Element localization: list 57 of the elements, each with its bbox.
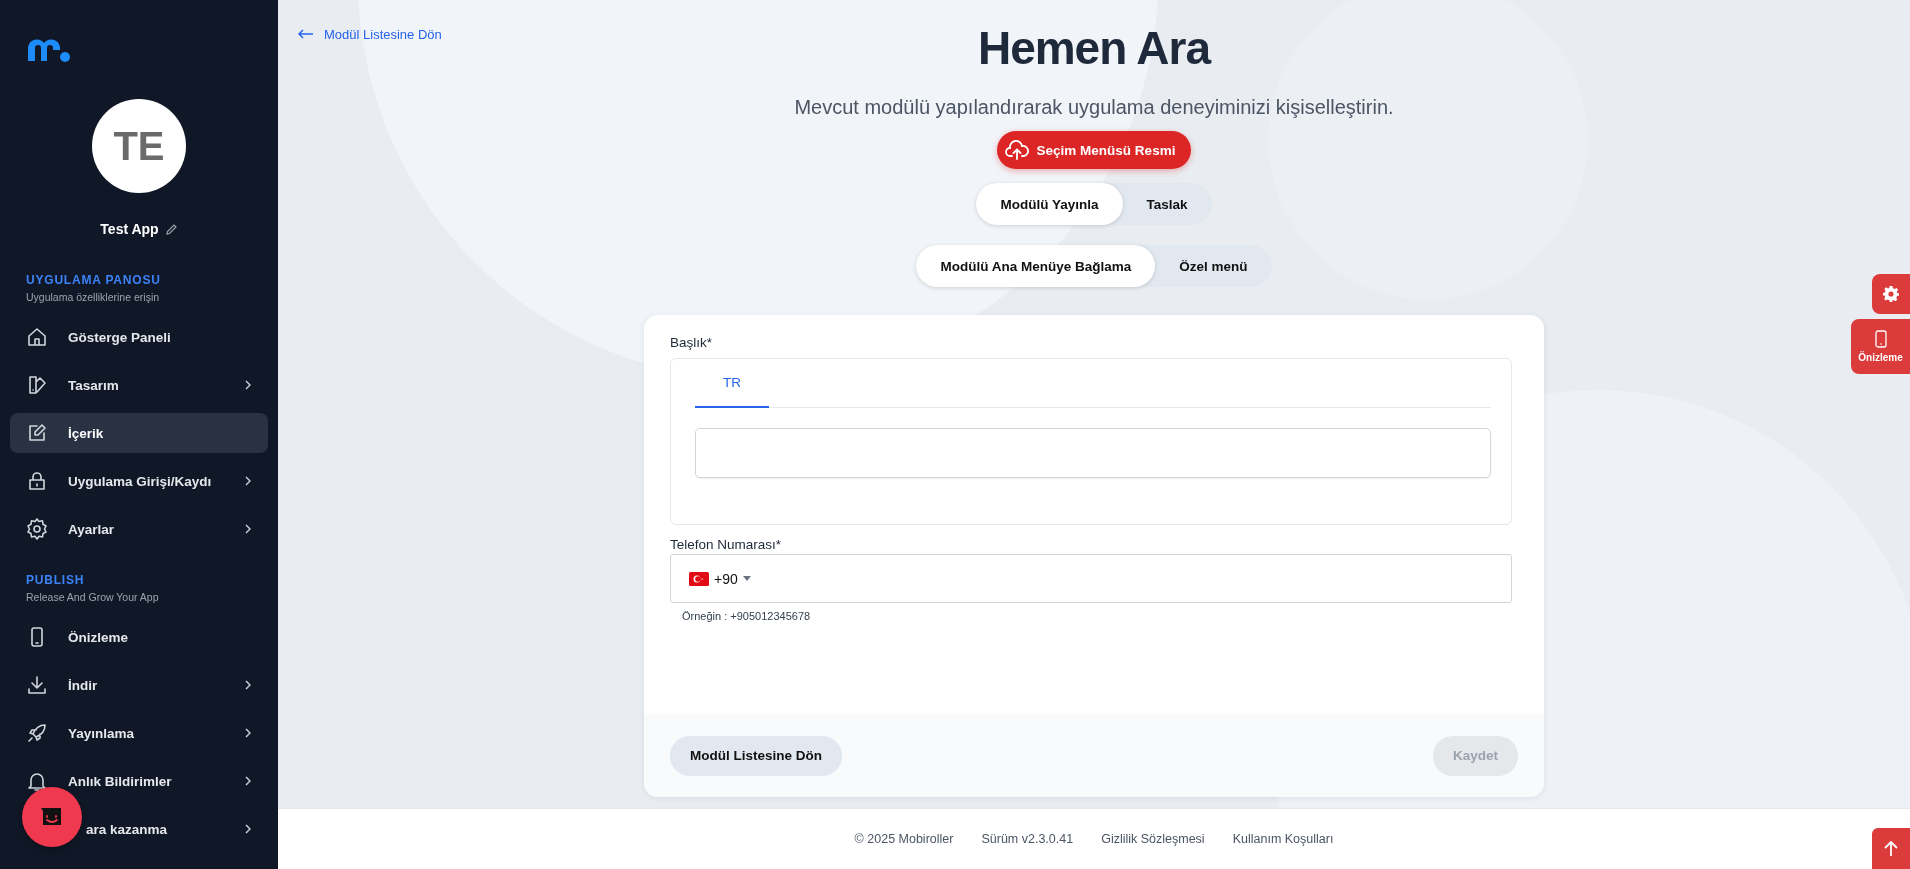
section-subtitle: Uygulama özelliklerine erişin <box>26 291 161 303</box>
back-link[interactable]: Modül Listesine Dön <box>298 24 442 44</box>
scroll-top-button[interactable] <box>1872 828 1910 869</box>
sidebar-item[interactable]: Anlık Bildirimler <box>10 761 268 801</box>
bell-icon <box>26 770 48 792</box>
page-title: Hemen Ara <box>977 21 1211 76</box>
footer-link[interactable]: Gizlilik Sözleşmesi <box>1101 832 1205 846</box>
phone-icon <box>1874 330 1887 348</box>
input-field[interactable] <box>695 428 1491 478</box>
sidebar-item[interactable]: Gösterge Paneli <box>10 317 268 357</box>
sidebar-item[interactable]: Uygulama Girişi/Kaydı <box>10 461 268 501</box>
toggle-option[interactable]: Taslak <box>1122 183 1212 225</box>
settings-button[interactable] <box>1872 274 1910 314</box>
toggle-option[interactable]: Modülü Yayınla <box>976 183 1123 225</box>
arrow-up-icon <box>1884 840 1898 857</box>
smiley-chat-icon <box>41 807 63 827</box>
toggle-option[interactable]: Özel menü <box>1155 245 1272 287</box>
language-tab[interactable]: TR <box>695 359 769 408</box>
toggle-option[interactable]: Modülü Ana Menüye Bağlama <box>916 245 1156 287</box>
upload-button[interactable]: Seçim Menüsü Resmi <box>996 131 1192 169</box>
settings-icon <box>26 518 48 540</box>
sidebar-item[interactable]: Yayınlama <box>10 713 268 753</box>
settings-icon <box>1883 286 1899 302</box>
caret-down-icon <box>742 576 751 581</box>
dial-code[interactable]: +90 <box>714 570 738 587</box>
lock-icon <box>26 470 48 492</box>
sidebar-item[interactable]: Önizleme <box>10 617 268 657</box>
field-label: Başlık* <box>670 335 714 350</box>
cloud-upload-icon <box>1004 139 1029 161</box>
download-icon <box>26 674 48 696</box>
app-name: Test App <box>100 221 159 237</box>
logo-icon <box>26 37 72 63</box>
flag-icon <box>689 571 709 586</box>
sidebar-item[interactable]: Tasarım <box>10 365 268 405</box>
pencil-icon[interactable] <box>164 222 178 236</box>
field-label: Telefon Numarası* <box>670 537 783 552</box>
arrow-left-icon <box>298 29 314 39</box>
preview-button[interactable]: Önizleme <box>1851 319 1910 374</box>
sidebar-item[interactable]: İçerik <box>10 413 268 453</box>
section-subtitle: Release And Grow Your App <box>26 591 160 603</box>
footer-link[interactable]: Kullanım Koşulları <box>1232 832 1334 846</box>
rocket-icon <box>26 722 48 744</box>
back-button[interactable]: Modül Listesine Dön <box>670 735 842 776</box>
avatar: TE <box>92 99 186 193</box>
section-title: UYGULAMA PANOSU <box>26 273 162 287</box>
home-icon <box>26 326 48 348</box>
footer-text: Sürüm v2.3.0.41 <box>981 832 1074 846</box>
sidebar-item[interactable]: Ayarlar <box>10 509 268 549</box>
sidebar-item[interactable]: İndir <box>10 665 268 705</box>
section-title: PUBLISH <box>26 573 86 587</box>
sidebar-item[interactable]: ara kazanma <box>10 809 268 849</box>
footer-text: © 2025 Mobiroller <box>854 832 954 846</box>
field-hint: Örneğin : +905012345678 <box>682 610 811 622</box>
swatch-icon <box>26 374 48 396</box>
phone-input-field[interactable]: +90 <box>670 554 1512 603</box>
page-subtitle: Mevcut modülü yapılandırarak uygulama deneyiminizi kişiselleştirin. <box>794 96 1394 119</box>
edit-icon <box>26 422 48 444</box>
